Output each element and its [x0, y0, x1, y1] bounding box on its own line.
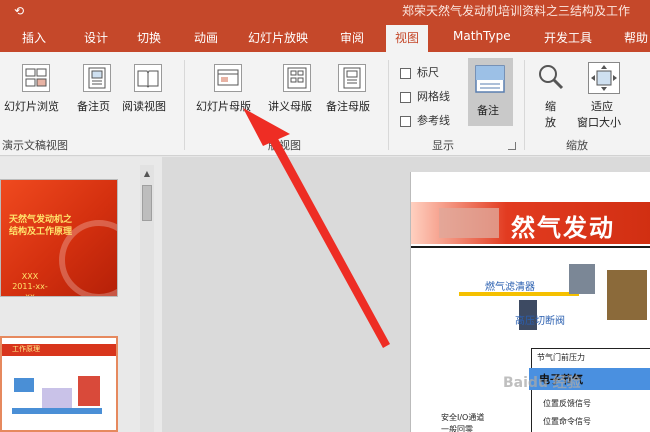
notes-icon — [475, 65, 505, 93]
tab-slideshow[interactable]: 幻灯片放映 — [248, 29, 308, 46]
valve-part — [569, 264, 595, 294]
notes-button-label: 备注 — [477, 104, 499, 117]
tab-transitions[interactable]: 切换 — [137, 29, 161, 46]
tab-review[interactable]: 审阅 — [340, 29, 364, 46]
tab-mathtype[interactable]: MathType — [453, 29, 511, 43]
gridlines-checkbox[interactable]: 网格线 — [400, 88, 450, 104]
gas-filter-label: 燃气滤清器 — [485, 282, 535, 293]
group-separator — [524, 60, 525, 150]
checkbox-box[interactable] — [400, 115, 411, 127]
notes-master-icon[interactable] — [338, 64, 366, 92]
tab-insert[interactable]: 插入 — [22, 29, 46, 46]
hp-cutoff-valve-label: 高压切断阀 — [515, 316, 565, 327]
scrollbar-thumb[interactable] — [142, 185, 152, 221]
title-bar: ⟲ 郑荣天然气发动机培训资料之三结构及工作 — [0, 0, 650, 22]
tab-view[interactable]: 视图 — [386, 25, 429, 52]
notes-page-button[interactable]: 备注页 — [77, 98, 110, 114]
notes-master-button[interactable]: 备注母版 — [326, 98, 370, 114]
group-label-presentation-views: 演示文稿视图 — [2, 139, 68, 152]
ruler-checkbox[interactable]: 标尺 — [400, 64, 439, 80]
tab-help[interactable]: 帮助 — [624, 29, 648, 46]
guides-checkbox[interactable]: 参考线 — [400, 112, 450, 128]
blurred-region — [439, 208, 499, 238]
position-feedback-label: 位置反馈信号 — [543, 399, 591, 408]
diagram-block — [14, 378, 34, 392]
zoom-button-line2[interactable]: 放 — [545, 114, 556, 130]
fit-window-line2[interactable]: 窗口大小 — [577, 114, 621, 130]
tab-developer[interactable]: 开发工具 — [544, 29, 592, 46]
fit-window-icon[interactable] — [588, 62, 620, 94]
checkbox-box[interactable] — [400, 91, 411, 103]
handout-master-icon[interactable] — [283, 64, 311, 92]
slide-sorter-icon[interactable] — [22, 64, 50, 92]
slide-divider — [411, 246, 650, 248]
scroll-up-icon[interactable]: ▲ — [140, 169, 154, 179]
group-label-show: 显示 — [432, 139, 454, 152]
thumbnail-title: 天然气发动机之 结构及工作原理 — [9, 214, 89, 238]
diagram-block — [78, 376, 100, 406]
reading-view-button[interactable]: 阅读视图 — [122, 98, 166, 114]
guides-label: 参考线 — [417, 114, 450, 127]
dialog-launcher-icon[interactable] — [508, 142, 516, 150]
zoom-button-line1[interactable]: 缩 — [545, 98, 556, 114]
gas-flow-arrow — [459, 292, 579, 296]
gridlines-label: 网格线 — [417, 90, 450, 103]
group-label-zoom: 缩放 — [566, 139, 588, 152]
slide-master-button[interactable]: 幻灯片母版 — [196, 98, 251, 114]
slide-title: 然气发动 — [511, 214, 615, 242]
tab-design[interactable]: 设计 — [84, 29, 108, 46]
fit-window-line1[interactable]: 适应 — [591, 98, 613, 114]
thumbnail-title: 工作原理 — [12, 345, 40, 353]
position-command-label: 位置命令信号 — [543, 417, 591, 426]
group-separator — [184, 60, 185, 150]
regulator-part — [607, 270, 647, 320]
handout-master-button[interactable]: 讲义母版 — [268, 98, 312, 114]
group-separator — [388, 60, 389, 150]
magnifier-icon[interactable] — [536, 62, 566, 92]
watermark: Baidu 经验 — [503, 375, 581, 391]
notes-page-icon[interactable] — [83, 64, 111, 92]
slide-thumbnail-pane: 天然气发动机之 结构及工作原理 XXX 2011-xx-xx 工作原理 ▲ — [0, 157, 162, 432]
powerpoint-window: ⟲ 郑荣天然气发动机培训资料之三结构及工作 插入 设计 切换 动画 幻灯片放映 … — [0, 0, 650, 432]
reset-label: 一般回零 — [441, 425, 473, 432]
ribbon-tab-bar: 插入 设计 切换 动画 幻灯片放映 审阅 视图 MathType 开发工具 帮助 — [0, 22, 650, 52]
group-label-master-views: 版视图 — [268, 139, 301, 152]
tab-animations[interactable]: 动画 — [194, 29, 218, 46]
thumbnail-date: 2011-xx-xx — [12, 282, 48, 297]
diagram-block — [12, 408, 102, 414]
notes-button[interactable]: 备注 — [468, 58, 513, 126]
thumbnail-title-line2: 结构及工作原理 — [9, 227, 73, 237]
throttle-pressure-label: 节气门前压力 — [537, 353, 585, 362]
thumbnail-scrollbar[interactable]: ▲ — [140, 165, 154, 432]
slide-thumbnail-2[interactable]: 工作原理 — [0, 336, 118, 432]
window-title: 郑荣天然气发动机培训资料之三结构及工作 — [402, 4, 631, 18]
checkbox-box[interactable] — [400, 67, 411, 79]
thumbnail-title-line1: 天然气发动机之 — [9, 215, 73, 225]
ribbon-view: 幻灯片浏览 备注页 阅读视图 演示文稿视图 幻灯片母版 讲义母版 备注母版 版视… — [0, 52, 650, 156]
current-slide[interactable]: 然气发动 燃气滤清器 高压切断阀 节气门前压力 电子节气 位置反馈信号 位置命令… — [410, 172, 650, 432]
slide-sorter-button[interactable]: 幻灯片浏览 — [4, 98, 59, 114]
thumbnail-subtitle: XXX 2011-xx-xx — [11, 272, 49, 297]
thumbnail-presenter: XXX — [21, 272, 39, 281]
ruler-label: 标尺 — [417, 66, 439, 79]
reading-view-icon[interactable] — [134, 64, 162, 92]
slide-master-icon[interactable] — [214, 64, 242, 92]
slide-thumbnail-1[interactable]: 天然气发动机之 结构及工作原理 XXX 2011-xx-xx — [0, 179, 118, 297]
safety-channel-label: 安全I/O通道 — [441, 413, 485, 422]
diagram-block — [42, 388, 72, 408]
autosave-icon[interactable]: ⟲ — [14, 3, 30, 19]
